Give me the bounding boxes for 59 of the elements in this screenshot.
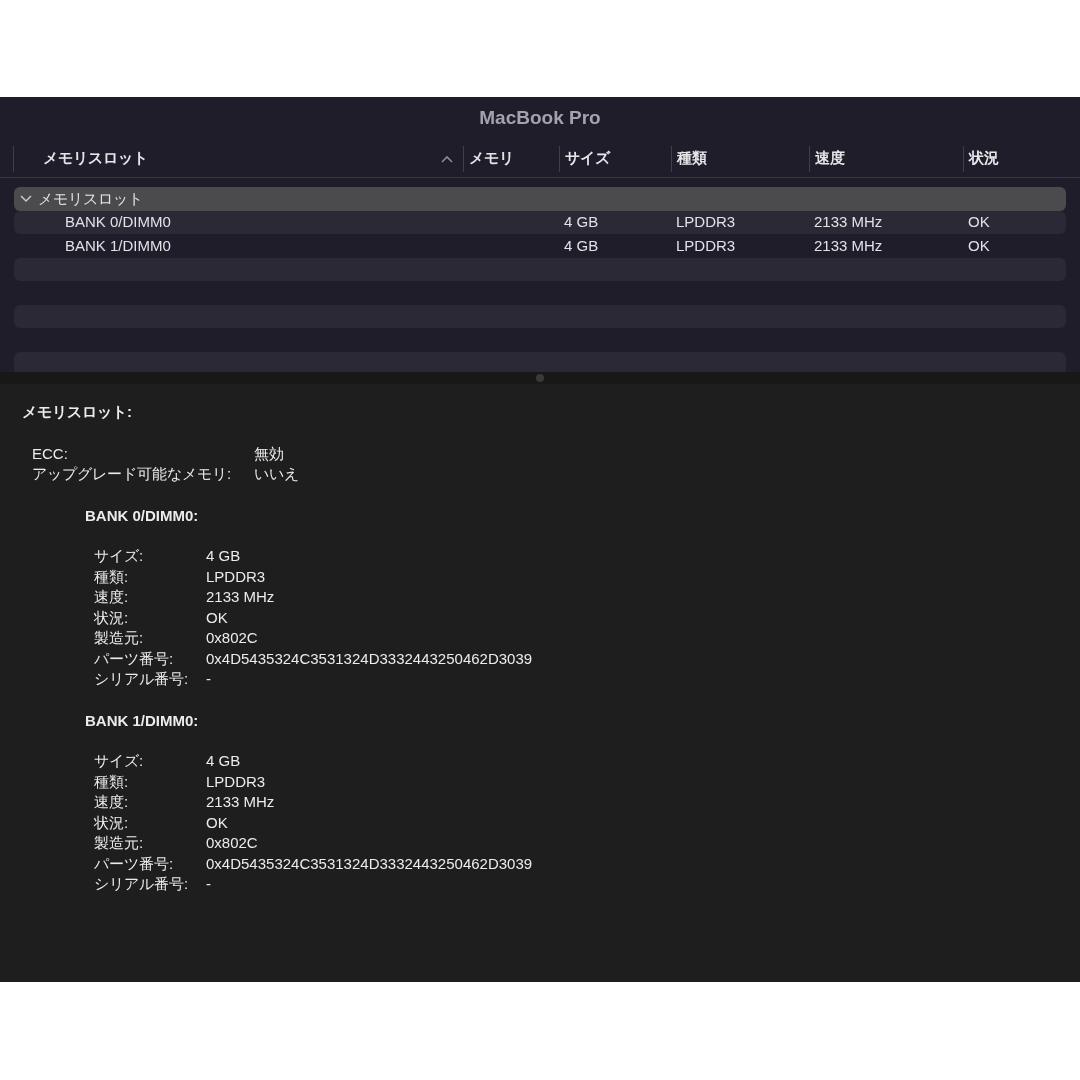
group-name: メモリスロット (38, 188, 143, 209)
field-label: 製造元: (94, 833, 145, 853)
bank-heading: BANK 1/DIMM0: (85, 710, 199, 731)
field-label: 種類: (94, 566, 130, 587)
field-value: 無効 (254, 443, 285, 464)
field-label: 状況: (94, 607, 130, 628)
field-value: OK (206, 607, 229, 628)
table-cell-text: BANK 0/DIMM0 (64, 212, 172, 232)
field-label: シリアル番号: (94, 874, 190, 894)
column-header[interactable]: サイズ (559, 145, 671, 172)
field-value: 0x802C (206, 628, 259, 648)
field-label: 種類: (94, 771, 130, 792)
field-label: パーツ番号: (94, 853, 175, 874)
section-heading: メモリスロット: (22, 402, 132, 422)
field-value: - (206, 874, 212, 894)
window-title: MacBook Pro (479, 106, 601, 131)
field-label: サイズ: (94, 751, 145, 771)
sort-caret-icon (441, 154, 453, 163)
field-value: LPDDR3 (206, 771, 267, 792)
field-value: LPDDR3 (206, 566, 267, 587)
field-value: 0x4D5435324C3531324D3332443250462D3039 (206, 853, 533, 874)
field-value: 2133 MHz (206, 587, 276, 607)
field-label: 製造元: (94, 628, 145, 648)
column-header[interactable]: 状況 (963, 145, 1080, 172)
field-value: いいえ (254, 464, 299, 484)
field-label: アップグレード可能なメモリ: (32, 464, 233, 484)
column-header[interactable]: 速度 (809, 145, 963, 172)
column-header[interactable]: メモリ (463, 145, 559, 172)
bank-heading: BANK 0/DIMM0: (85, 505, 199, 526)
field-value: 0x4D5435324C3531324D3332443250462D3039 (206, 648, 533, 669)
field-label: 速度: (94, 587, 130, 607)
field-value: 0x802C (206, 833, 259, 853)
field-label: ECC: (32, 443, 69, 464)
field-value: 4 GB (206, 751, 242, 771)
disclosure-chevron-icon[interactable] (20, 194, 32, 203)
table-row[interactable]: BANK 1/DIMM0 4 GB LPDDR3 2133 MHz OK (14, 234, 1066, 258)
table-cell-text: 2133 MHz (813, 235, 884, 256)
split-handle[interactable] (536, 374, 544, 382)
column-header[interactable]: メモリスロット (13, 145, 463, 172)
table-cell-text: 4 GB (563, 212, 600, 232)
table-cell-text: OK (967, 212, 991, 232)
field-value: - (206, 669, 212, 689)
field-label: パーツ番号: (94, 648, 175, 669)
table-cell-text: LPDDR3 (675, 212, 737, 232)
column-header[interactable]: 種類 (671, 145, 809, 172)
field-label: シリアル番号: (94, 669, 190, 689)
field-label: サイズ: (94, 546, 145, 566)
table-cell-text: OK (967, 235, 991, 256)
field-value: 2133 MHz (206, 792, 276, 812)
field-value: OK (206, 812, 229, 833)
table-cell-text: BANK 1/DIMM0 (64, 235, 172, 256)
table-cell-text: 2133 MHz (813, 212, 884, 232)
table-row[interactable]: BANK 0/DIMM0 4 GB LPDDR3 2133 MHz OK (14, 210, 1066, 234)
table-row[interactable]: メモリスロット (14, 187, 1066, 211)
table-cell-text: LPDDR3 (675, 235, 737, 256)
field-label: 速度: (94, 792, 130, 812)
field-label: 状況: (94, 812, 130, 833)
table-cell-text: 4 GB (563, 235, 600, 256)
field-value: 4 GB (206, 546, 242, 566)
